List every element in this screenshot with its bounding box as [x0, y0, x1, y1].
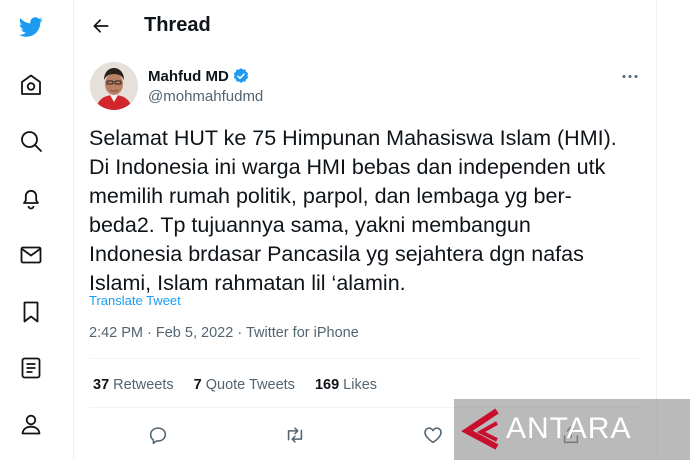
profile-icon: [21, 414, 41, 435]
likes-stat[interactable]: 169 Likes: [315, 377, 377, 393]
like-button[interactable]: [420, 422, 446, 448]
tweet-source[interactable]: Twitter for iPhone: [246, 325, 359, 341]
messages-icon: [20, 246, 42, 264]
retweet-button[interactable]: [282, 422, 308, 448]
tweet-text: Selamat HUT ke 75 Himpunan Mahasiswa Isl…: [89, 124, 649, 298]
avatar[interactable]: [90, 62, 138, 110]
likes-label: Likes: [343, 377, 378, 393]
sidebar: [0, 0, 62, 460]
column-divider-left: [73, 0, 74, 460]
page-title: Thread: [144, 14, 211, 36]
antara-watermark: ANTARA: [454, 399, 690, 460]
bookmarks-icon: [23, 301, 39, 323]
retweets-stat[interactable]: 37 Retweets: [93, 377, 174, 393]
back-arrow-icon: [93, 19, 109, 33]
lists-icon: [21, 357, 41, 379]
likes-count: 169: [314, 377, 340, 393]
retweets-label: Retweets: [113, 377, 174, 393]
tweet-text-line: Di Indonesia ini warga HMI bebas dan ind…: [89, 155, 606, 179]
column-divider-right: [656, 0, 657, 460]
nav-home[interactable]: [12, 66, 50, 104]
twitter-logo[interactable]: [12, 8, 50, 46]
tweet-text-line: Selamat HUT ke 75 Himpunan Mahasiswa Isl…: [89, 126, 617, 150]
tweet-text-line: Indonesia brdasar Pancasila yg sejahtera…: [89, 242, 584, 266]
retweet-icon: [287, 427, 303, 443]
tweet-text-line: memilih rumah politik, parpol, dan lemba…: [89, 184, 572, 208]
author-name: Mahfud MD: [148, 67, 229, 85]
nav-bookmarks[interactable]: [12, 293, 50, 331]
twitter-bird-icon: [19, 17, 43, 37]
nav-explore[interactable]: [12, 122, 50, 160]
quote-tweets-stat[interactable]: 7 Quote Tweets: [194, 377, 295, 393]
thread-header: Thread: [73, 0, 656, 52]
explore-icon: [21, 131, 42, 152]
nav-lists[interactable]: [12, 349, 50, 387]
back-button[interactable]: [87, 12, 115, 40]
watermark-text: ANTARA: [506, 412, 632, 445]
stats-divider-top: [89, 358, 640, 359]
notifications-icon: [23, 189, 39, 210]
meta-separator: ·: [147, 325, 156, 341]
avatar-photo: [90, 62, 138, 110]
translate-tweet-link[interactable]: Translate Tweet: [89, 293, 181, 308]
reply-icon: [149, 427, 167, 445]
tweet-date[interactable]: Feb 5, 2022: [156, 325, 233, 341]
tweet-stats: 37 Retweets 7 Quote Tweets 169 Likes: [93, 377, 377, 393]
more-options-button[interactable]: [617, 66, 643, 86]
home-icon: [21, 74, 41, 95]
more-dots-icon: [622, 74, 638, 78]
author-name-row[interactable]: Mahfud MD: [148, 67, 250, 85]
tweet-time[interactable]: 2:42 PM: [89, 325, 143, 341]
antara-logo-icon: [461, 408, 499, 450]
quote-tweets-label: Quote Tweets: [205, 377, 295, 393]
tweet-text-line: beda2. Tp tujuannya sama, yakni membangu…: [89, 213, 531, 237]
meta-separator: ·: [237, 325, 246, 341]
nav-notifications[interactable]: [12, 179, 50, 217]
quote-tweets-count: 7: [193, 377, 202, 393]
retweets-count: 37: [93, 377, 110, 393]
author-handle[interactable]: @mohmahfudmd: [148, 88, 263, 105]
like-icon: [424, 427, 442, 444]
nav-profile[interactable]: [12, 405, 50, 443]
reply-button[interactable]: [145, 422, 171, 448]
tweet-meta: 2:42 PM · Feb 5, 2022 · Twitter for iPho…: [89, 325, 359, 341]
nav-messages[interactable]: [12, 236, 50, 274]
verified-badge-icon: [233, 68, 249, 83]
